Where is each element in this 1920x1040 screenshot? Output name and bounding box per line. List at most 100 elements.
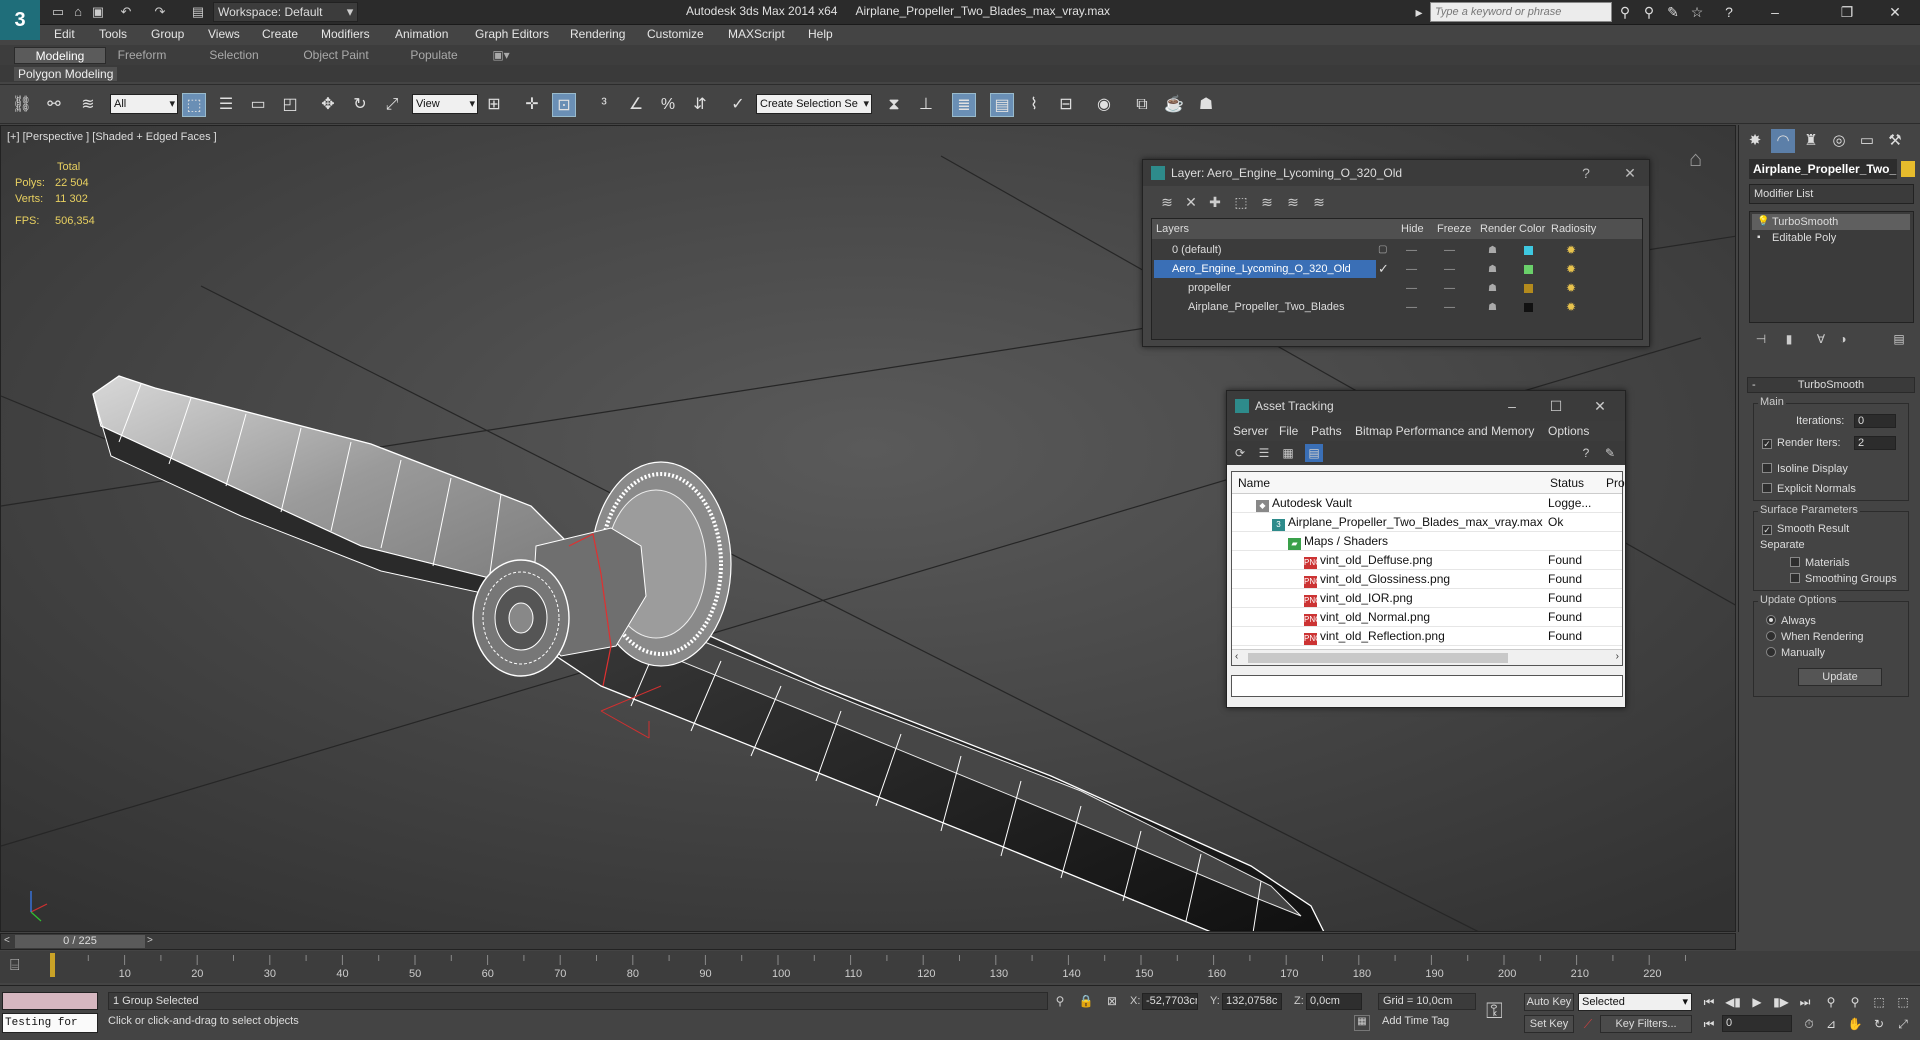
help-icon[interactable]: ? [1577, 444, 1595, 462]
render-production-icon[interactable]: ☗ [1194, 93, 1218, 117]
track-bar[interactable]: ⌸ 10 20 30 40 50 60 70 80 90 100 110 120 130 140 150 16… [0, 951, 1920, 983]
spinner-snap-icon[interactable]: ⇵ [688, 93, 712, 117]
app-logo[interactable]: 3 [0, 0, 40, 40]
col-proxy[interactable]: Pro [1606, 476, 1625, 490]
star-icon[interactable]: ☆ [1688, 3, 1706, 21]
minimize-icon[interactable]: – [1766, 3, 1784, 21]
search-icon[interactable]: ⚲ [1640, 3, 1658, 21]
menu-edit[interactable]: Edit [54, 27, 75, 41]
save-icon[interactable]: ▣ [90, 4, 106, 20]
rect-selection-icon[interactable]: ▭ [246, 93, 270, 117]
time-slider[interactable]: < 0 / 225 > [0, 933, 1736, 950]
move-icon[interactable]: ✥ [316, 93, 340, 117]
asset-row[interactable]: PNGvint_old_Normal.png Found [1232, 608, 1622, 627]
scroll-left-icon[interactable]: ‹ [1235, 651, 1238, 662]
render-teapot-icon[interactable]: ☗ [1488, 302, 1497, 313]
menu-maxscript[interactable]: MAXScript [728, 27, 785, 41]
isoline-display-checkbox[interactable]: Isoline Display [1762, 462, 1848, 476]
asset-row[interactable]: ◆ Autodesk Vault Logge... [1232, 494, 1622, 513]
asset-row[interactable]: 3 Airplane_Propeller_Two_Blades_max_vray.… [1232, 513, 1622, 532]
tab-freeform[interactable]: Freeform [108, 47, 176, 64]
menu-modifiers[interactable]: Modifiers [321, 27, 370, 41]
update-button[interactable]: Update [1798, 668, 1882, 686]
smoothing-groups-checkbox[interactable]: Smoothing Groups [1790, 572, 1897, 586]
selection-filter-dropdown[interactable]: All [110, 94, 178, 114]
layer-name[interactable]: Aero_Engine_Lycoming_O_320_Old [1154, 260, 1376, 278]
key-mode-toggle-icon[interactable]: ⏮ [1700, 1016, 1718, 1032]
asset-row[interactable]: ▰ Maps / Shaders [1232, 532, 1622, 551]
ribbon-options-icon[interactable]: ▣▾ [486, 47, 516, 64]
menu-animation[interactable]: Animation [395, 27, 448, 41]
next-frame-icon[interactable]: ▮▶ [1772, 994, 1790, 1010]
render-teapot-icon[interactable]: ☗ [1488, 283, 1497, 294]
hide-toggle[interactable]: –– [1406, 264, 1417, 275]
zoom-extents-icon[interactable]: ⬚ [1870, 994, 1888, 1010]
layer-row[interactable]: Aero_Engine_Lycoming_O_320_Old ✓ –– –– ☗… [1152, 260, 1642, 279]
asset-menu-paths[interactable]: Paths [1311, 424, 1342, 438]
col-status[interactable]: Status [1550, 476, 1584, 490]
freeze-toggle[interactable]: –– [1444, 245, 1455, 256]
asset-menu-file[interactable]: File [1279, 424, 1298, 438]
curve-editor-icon[interactable]: ⌇ [1022, 93, 1046, 117]
rendered-frame-icon[interactable]: ☕ [1162, 93, 1186, 117]
asset-row[interactable]: PNGvint_old_Reflection.png Found [1232, 627, 1622, 646]
render-teapot-icon[interactable]: ☗ [1488, 245, 1497, 256]
remove-modifier-icon[interactable]: ◑ [1833, 329, 1853, 349]
tab-modeling[interactable]: Modeling [14, 47, 106, 64]
col-hide[interactable]: Hide [1401, 223, 1424, 235]
table-view-icon[interactable]: ▤ [1305, 444, 1323, 462]
next-frame-icon[interactable]: > [147, 935, 153, 946]
hierarchy-tab-icon[interactable]: ♜ [1799, 129, 1823, 153]
previous-frame-icon[interactable]: ◀▮ [1724, 994, 1742, 1010]
rotate-icon[interactable]: ↻ [348, 93, 372, 117]
current-frame-marker[interactable] [50, 953, 55, 977]
asset-row[interactable]: PNGvint_old_Deffuse.png Found [1232, 551, 1622, 570]
tab-selection[interactable]: Selection [200, 47, 268, 64]
col-color[interactable]: Color [1519, 223, 1545, 235]
fov-icon[interactable]: ⊿ [1822, 1016, 1840, 1032]
render-iters-row[interactable]: ✓ Render Iters: [1762, 436, 1841, 450]
lightbulb-icon[interactable]: 💡 [1757, 214, 1769, 230]
close-icon[interactable]: ✕ [1621, 164, 1639, 182]
object-name-field[interactable]: Airplane_Propeller_Two_ [1749, 159, 1897, 179]
add-time-tag-button[interactable]: Add Time Tag [1382, 1015, 1449, 1027]
pin-stack-icon[interactable]: ⊣ [1751, 329, 1771, 349]
select-objects-icon[interactable]: ⬚ [1231, 192, 1251, 212]
hide-toggle[interactable]: –– [1406, 302, 1417, 313]
link-icon[interactable]: ⛓ [10, 93, 34, 117]
toggle-ribbon-icon[interactable]: ▤ [990, 93, 1014, 117]
col-render[interactable]: Render [1480, 223, 1516, 235]
pivot-center-icon[interactable]: ⊞ [482, 93, 506, 117]
smooth-result-checkbox[interactable]: ✓ Smooth Result [1762, 522, 1849, 536]
set-key-icon[interactable]: ⟋ [1580, 1016, 1596, 1032]
radiosity-icon[interactable]: ✹ [1566, 281, 1580, 295]
layer-color-swatch[interactable] [1524, 284, 1533, 293]
checkbox[interactable]: ✓ [1762, 439, 1772, 449]
go-to-end-icon[interactable]: ⏭ [1796, 994, 1814, 1010]
select-by-name-icon[interactable]: ☰ [214, 93, 238, 117]
add-to-layer-icon[interactable]: ✚ [1205, 192, 1225, 212]
scroll-right-icon[interactable]: › [1616, 651, 1619, 662]
explicit-normals-checkbox[interactable]: Explicit Normals [1762, 482, 1856, 496]
tab-object-paint[interactable]: Object Paint [296, 47, 376, 64]
radiosity-icon[interactable]: ✹ [1566, 243, 1580, 257]
layer-dialog-title[interactable]: Layer: Aero_Engine_Lycoming_O_320_Old [1143, 160, 1649, 186]
always-radio[interactable]: Always [1766, 614, 1816, 628]
hide-all-icon[interactable]: ≋ [1283, 192, 1303, 212]
menu-views[interactable]: Views [208, 27, 240, 41]
menu-tools[interactable]: Tools [99, 27, 127, 41]
communication-icon[interactable]: ✎ [1664, 3, 1682, 21]
zoom-extents-all-icon[interactable]: ⬚ [1894, 994, 1912, 1010]
maximize-icon[interactable]: ☐ [1547, 397, 1565, 415]
manually-radio[interactable]: Manually [1766, 646, 1825, 660]
col-radiosity[interactable]: Radiosity [1551, 223, 1596, 235]
stack-item-editable-poly[interactable]: ▪ Editable Poly [1752, 230, 1910, 246]
binoculars-icon[interactable]: ⚲ [1616, 3, 1634, 21]
display-tab-icon[interactable]: ▭ [1855, 129, 1879, 153]
render-iters-spinner[interactable]: 2 [1854, 436, 1896, 450]
radiosity-icon[interactable]: ✹ [1566, 300, 1580, 314]
menu-rendering[interactable]: Rendering [570, 27, 625, 41]
viewcube-icon[interactable]: ⌂ [1689, 146, 1723, 172]
orbit-icon[interactable]: ↻ [1870, 1016, 1888, 1032]
z-coordinate-field[interactable]: 0,0cm [1306, 993, 1362, 1010]
